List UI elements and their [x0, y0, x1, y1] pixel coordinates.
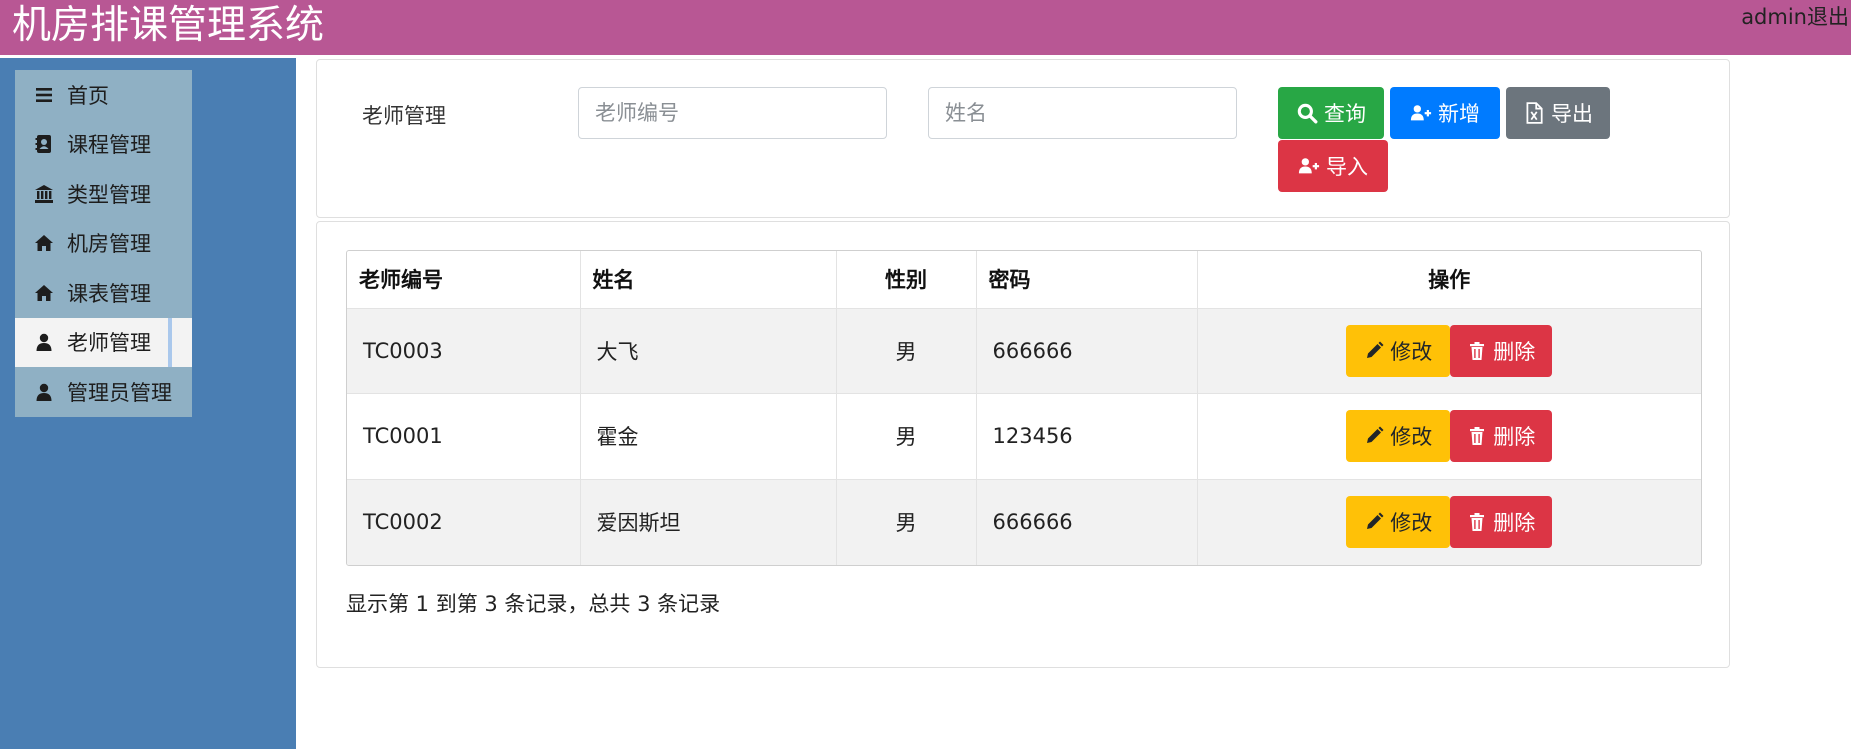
cell-gender: 男	[836, 307, 977, 394]
home-icon	[33, 232, 55, 254]
file-excel-icon	[1526, 102, 1543, 124]
username[interactable]: admin	[1741, 5, 1807, 29]
column-header-name[interactable]: 姓名	[580, 251, 837, 309]
delete-button[interactable]: 删除	[1450, 496, 1553, 548]
cell-gender: 男	[836, 478, 977, 565]
sidebar-item-label: 首页	[67, 83, 109, 108]
table-header-row: 老师编号 姓名 性别 密码 操作	[347, 251, 1701, 309]
sidebar-nav: 首页 课程管理 类型管理 机房管理 课表管理 老师管理 管理员管理	[15, 70, 192, 417]
user-icon	[33, 381, 55, 403]
sidebar-item-home[interactable]: 首页	[15, 70, 192, 120]
table-panel: 老师编号 姓名 性别 密码 操作 TC0003 大飞 男 666666 修改 删…	[316, 221, 1730, 668]
search-icon	[1297, 103, 1318, 124]
search-panel: 老师管理 查询 新增 导出 导入	[316, 59, 1730, 218]
user-plus-icon	[1410, 105, 1432, 121]
cell-password: 666666	[976, 307, 1198, 394]
cell-teacher-name: 爱因斯坦	[580, 478, 837, 565]
table-row: TC0003 大飞 男 666666 修改 删除	[347, 307, 1701, 394]
sidebar-item-schedule[interactable]: 课表管理	[15, 268, 192, 318]
user-plus-icon	[1298, 158, 1320, 174]
teacher-table-wrapper: 老师编号 姓名 性别 密码 操作 TC0003 大飞 男 666666 修改 删…	[346, 250, 1702, 566]
column-header-gender[interactable]: 性别	[836, 251, 977, 309]
sidebar-item-rooms[interactable]: 机房管理	[15, 219, 192, 269]
edit-button-label: 修改	[1390, 339, 1433, 364]
delete-button-label: 删除	[1493, 425, 1536, 450]
search-panel-title: 老师管理	[362, 104, 446, 128]
sidebar-item-label: 课程管理	[67, 133, 151, 158]
table-row: TC0001 霍金 男 123456 修改 删除	[347, 393, 1701, 479]
sidebar-item-label: 课表管理	[67, 281, 151, 306]
bank-icon	[33, 183, 55, 205]
delete-button[interactable]: 删除	[1450, 410, 1553, 463]
column-header-actions: 操作	[1197, 251, 1701, 309]
trash-icon	[1470, 341, 1485, 360]
sidebar: 首页 课程管理 类型管理 机房管理 课表管理 老师管理 管理员管理	[0, 58, 296, 749]
cell-actions: 修改 删除	[1197, 478, 1701, 565]
teacher-id-input[interactable]	[578, 87, 887, 139]
sidebar-item-label: 机房管理	[67, 232, 151, 257]
query-button[interactable]: 查询	[1278, 87, 1384, 139]
export-button[interactable]: 导出	[1506, 87, 1610, 139]
add-button[interactable]: 新增	[1390, 87, 1500, 139]
edit-button-label: 修改	[1390, 425, 1433, 450]
sidebar-item-types[interactable]: 类型管理	[15, 169, 192, 219]
user-box: admin退出	[1741, 4, 1849, 30]
sidebar-item-courses[interactable]: 课程管理	[15, 120, 192, 170]
sidebar-item-teachers[interactable]: 老师管理	[15, 317, 192, 367]
cell-teacher-id: TC0003	[347, 307, 581, 394]
address-book-icon	[33, 133, 55, 155]
export-button-label: 导出	[1551, 102, 1593, 126]
cell-gender: 男	[836, 393, 977, 479]
teacher-name-input[interactable]	[928, 87, 1237, 139]
cell-actions: 修改 删除	[1197, 393, 1701, 479]
import-button-label: 导入	[1326, 155, 1368, 179]
trash-icon	[1470, 427, 1485, 446]
bars-icon	[33, 84, 55, 106]
cell-teacher-id: TC0002	[347, 478, 581, 565]
pagination-summary: 显示第 1 到第 3 条记录，总共 3 条记录	[346, 592, 721, 616]
cell-teacher-id: TC0001	[347, 393, 581, 479]
logout-link[interactable]: 退出	[1807, 5, 1849, 29]
sidebar-item-label: 老师管理	[67, 331, 151, 356]
trash-icon	[1470, 513, 1485, 531]
column-header-password[interactable]: 密码	[976, 251, 1198, 309]
edit-button-label: 修改	[1390, 511, 1433, 535]
import-button[interactable]: 导入	[1278, 140, 1388, 192]
query-button-label: 查询	[1324, 102, 1366, 126]
cell-password: 123456	[976, 393, 1198, 479]
delete-button-label: 删除	[1493, 339, 1536, 364]
pencil-icon	[1367, 426, 1384, 444]
cell-actions: 修改 删除	[1197, 307, 1701, 394]
delete-button[interactable]: 删除	[1450, 324, 1553, 377]
table-row: TC0002 爱因斯坦 男 666666 修改 删除	[347, 478, 1701, 565]
pencil-icon	[1367, 341, 1384, 358]
sidebar-item-admins[interactable]: 管理员管理	[15, 367, 192, 417]
delete-button-label: 删除	[1493, 511, 1536, 535]
edit-button[interactable]: 修改	[1346, 410, 1451, 463]
top-header: 机房排课管理系统 admin退出	[0, 0, 1851, 55]
teacher-table: 老师编号 姓名 性别 密码 操作 TC0003 大飞 男 666666 修改 删…	[347, 251, 1701, 565]
add-button-label: 新增	[1438, 102, 1480, 126]
sidebar-item-label: 管理员管理	[67, 380, 172, 405]
edit-button[interactable]: 修改	[1346, 324, 1451, 377]
edit-button[interactable]: 修改	[1346, 496, 1451, 548]
pencil-icon	[1367, 512, 1384, 529]
cell-teacher-name: 大飞	[580, 307, 837, 394]
cell-teacher-name: 霍金	[580, 393, 837, 479]
cell-password: 666666	[976, 478, 1198, 565]
user-icon	[33, 331, 55, 353]
column-header-id[interactable]: 老师编号	[347, 251, 581, 309]
home-icon	[33, 282, 55, 304]
sidebar-item-label: 类型管理	[67, 182, 151, 207]
app-title: 机房排课管理系统	[12, 3, 325, 48]
